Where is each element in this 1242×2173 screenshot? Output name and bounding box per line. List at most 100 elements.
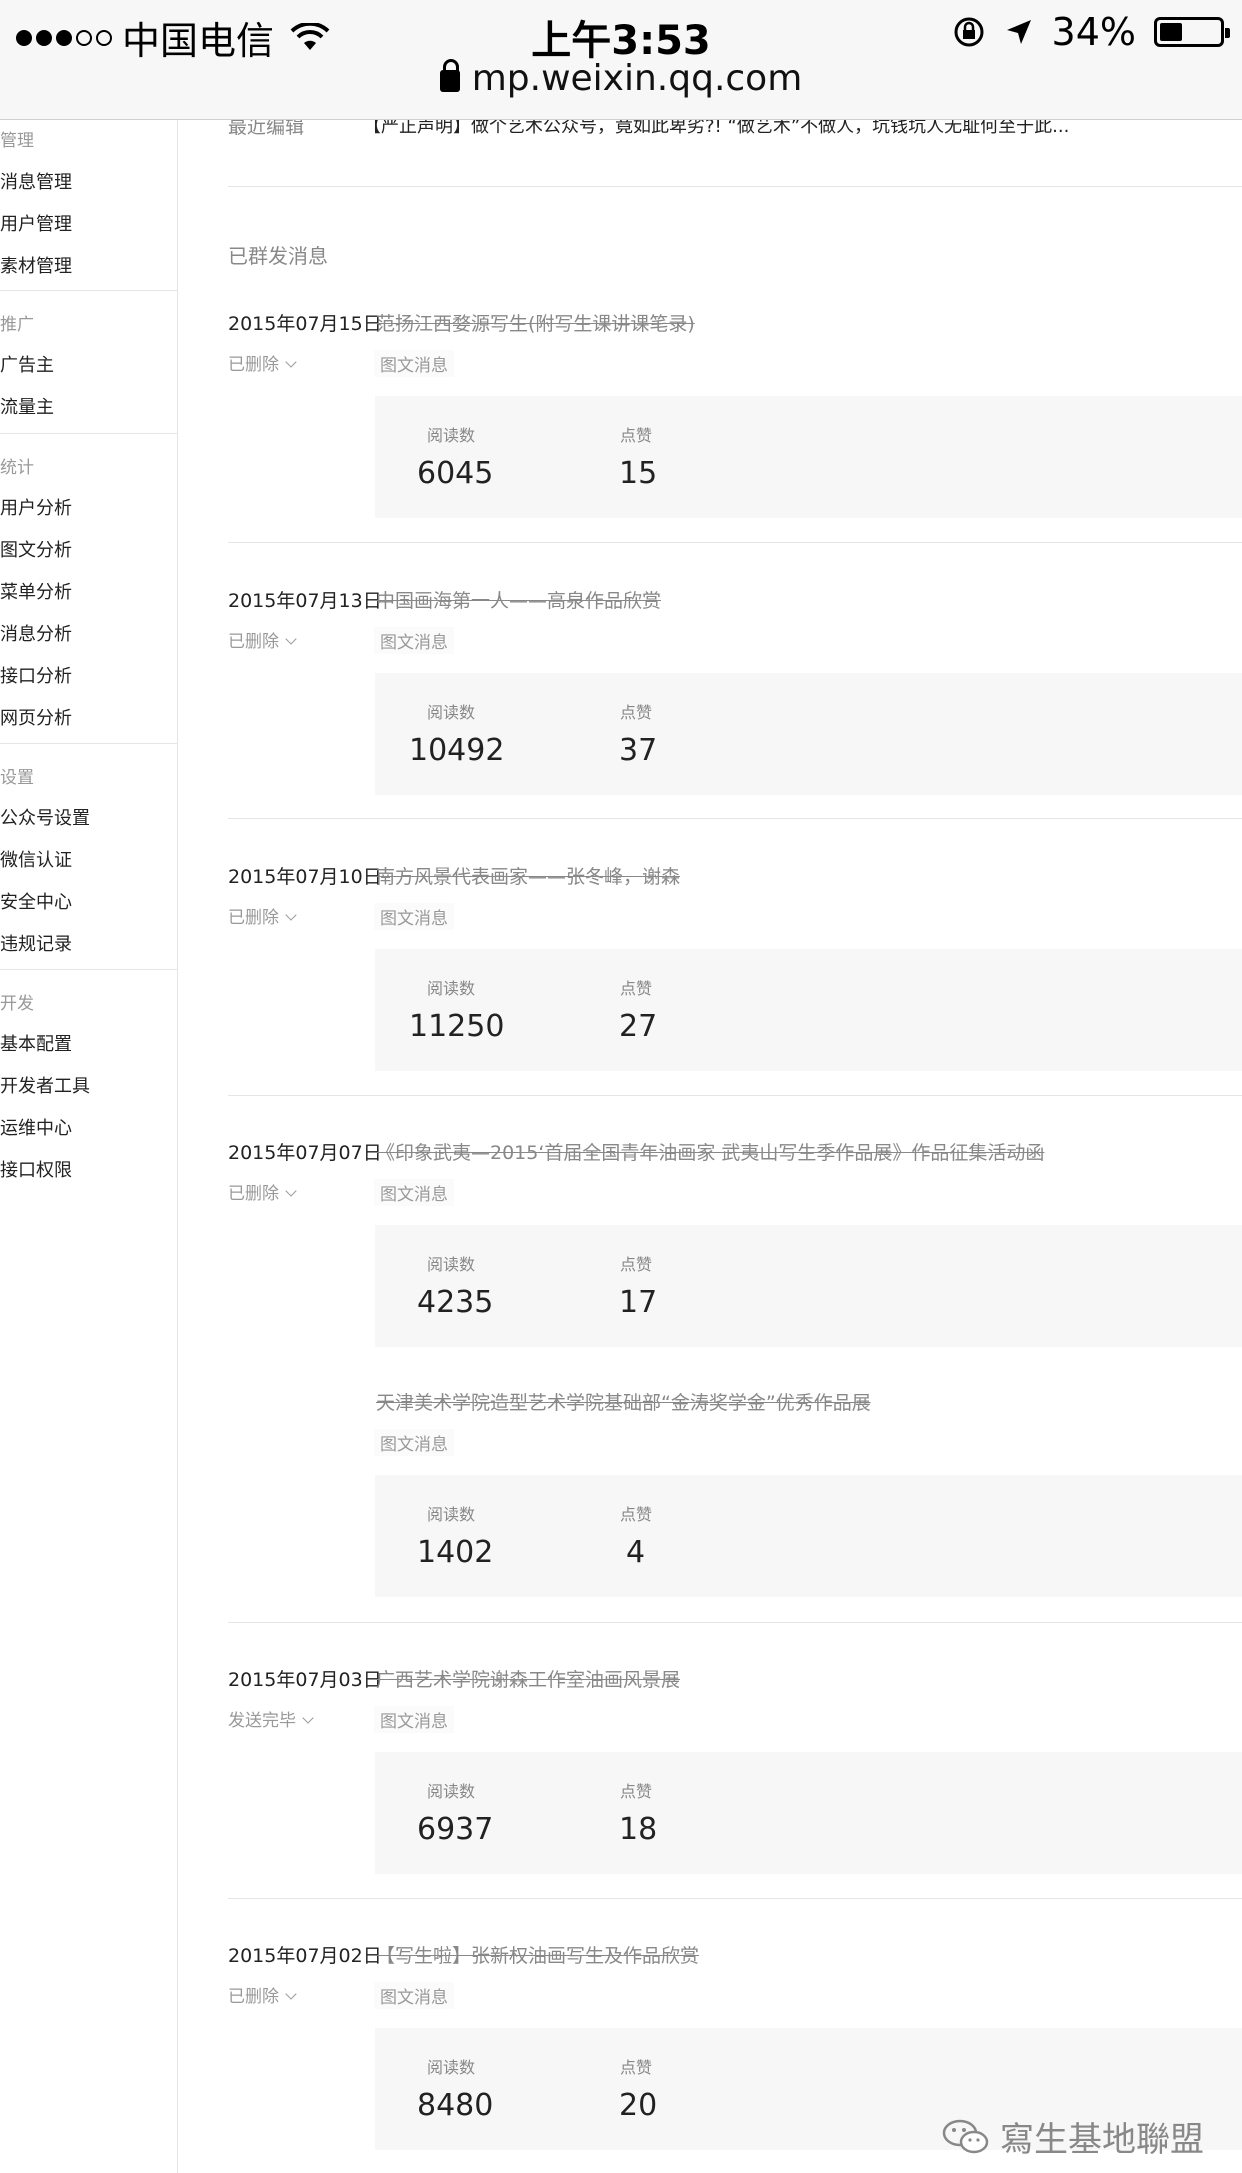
message-title[interactable]: 南方风景代表画家——张冬峰，谢森	[376, 862, 680, 889]
sidebar-item-developer-tools[interactable]: 开发者工具	[0, 1072, 90, 1098]
sidebar-section-title: 开发	[0, 994, 34, 1014]
message-status-dropdown[interactable]: 已删除	[228, 350, 297, 375]
likes-value: 15	[619, 456, 658, 491]
sidebar-item-user-analysis[interactable]: 用户分析	[0, 494, 72, 520]
url-text: mp.weixin.qq.com	[471, 58, 803, 99]
message-date: 2015年07月07日	[228, 1142, 382, 1164]
message-status-dropdown[interactable]: 已删除	[228, 1982, 297, 2007]
reads-value: 6937	[417, 1812, 494, 1847]
message-title[interactable]: 《印象武夷—2015‘首届全国青年油画家 武夷山写生季作品展》作品征集活动函	[376, 1138, 1044, 1165]
sidebar-item-user-mgmt[interactable]: 用户管理	[0, 210, 72, 236]
message-title[interactable]: 范扬江西婺源写生(附写生课讲课笔录)	[376, 309, 695, 336]
message-status-label: 已删除	[228, 1184, 279, 1204]
reads-label: 阅读数	[427, 1505, 476, 1524]
message-status-label: 已删除	[228, 908, 279, 928]
chevron-down-icon	[285, 1988, 297, 2000]
message-status-label: 已删除	[228, 632, 279, 652]
message-title[interactable]: 广西艺术学院谢森工作室油画风景展	[376, 1665, 680, 1692]
message-date: 2015年07月15日	[228, 313, 382, 335]
sidebar-section-title: 推广	[0, 315, 34, 335]
likes-value: 37	[619, 733, 658, 768]
location-arrow-icon	[1006, 20, 1031, 44]
status-bar: 中国电信 上午3:53 34%	[0, 0, 1242, 64]
likes-value: 20	[619, 2088, 658, 2123]
chevron-down-icon	[285, 1185, 297, 1197]
message-status-dropdown[interactable]: 已删除	[228, 1179, 297, 1204]
sidebar-item-basic-config[interactable]: 基本配置	[0, 1030, 72, 1056]
sidebar-item-wechat-verification[interactable]: 微信认证	[0, 846, 72, 872]
divider	[228, 1622, 1242, 1623]
message-date: 2015年07月03日	[228, 1669, 382, 1691]
likes-label: 点赞	[620, 1782, 653, 1801]
wechat-logo-icon	[942, 2119, 989, 2153]
sidebar-section-title: 统计	[0, 458, 34, 478]
reads-value: 6045	[417, 456, 494, 491]
message-status-label: 发送完毕	[228, 1711, 296, 1731]
sidebar-divider	[0, 290, 178, 291]
sidebar-item-message-mgmt[interactable]: 消息管理	[0, 168, 72, 194]
message-stats: 阅读数 点赞 4235 17	[375, 1225, 1242, 1347]
watermark-text: 寫生基地聯盟	[1000, 2120, 1204, 2160]
likes-value: 17	[619, 1285, 658, 1320]
sent-messages-title: 已群发消息	[228, 244, 328, 268]
divider	[228, 1095, 1242, 1096]
sidebar-item-article-analysis[interactable]: 图文分析	[0, 536, 72, 562]
message-date: 2015年07月02日	[228, 1945, 382, 1967]
reads-value: 10492	[409, 733, 505, 768]
battery-percent: 34%	[1051, 10, 1136, 54]
reads-value: 4235	[417, 1285, 494, 1320]
message-date: 2015年07月10日	[228, 866, 382, 888]
likes-label: 点赞	[620, 979, 653, 998]
reads-value: 1402	[417, 1535, 494, 1570]
message-stats: 阅读数 点赞 10492 37	[375, 673, 1242, 795]
divider	[228, 186, 1242, 187]
reads-label: 阅读数	[427, 1255, 476, 1274]
sidebar-item-web-analysis[interactable]: 网页分析	[0, 704, 72, 730]
message-subtitle[interactable]: 天津美术学院造型艺术学院基础部“金涛奖学金”优秀作品展	[376, 1388, 871, 1415]
sidebar-item-account-settings[interactable]: 公众号设置	[0, 804, 90, 830]
reads-label: 阅读数	[427, 979, 476, 998]
sidebar-item-message-analysis[interactable]: 消息分析	[0, 620, 72, 646]
sidebar-item-publisher[interactable]: 流量主	[0, 393, 54, 419]
message-status-dropdown[interactable]: 已删除	[228, 627, 297, 652]
message-title[interactable]: 【写生啦】张新权油画写生及作品欣赏	[376, 1941, 699, 1968]
likes-value: 18	[619, 1812, 658, 1847]
divider	[228, 1898, 1242, 1899]
sidebar-item-advertiser[interactable]: 广告主	[0, 351, 54, 377]
battery-icon	[1154, 17, 1230, 47]
likes-label: 点赞	[620, 426, 653, 445]
sidebar-item-material-mgmt[interactable]: 素材管理	[0, 252, 72, 278]
sidebar-item-api-permissions[interactable]: 接口权限	[0, 1156, 72, 1182]
url-bar[interactable]: mp.weixin.qq.com	[0, 58, 1242, 99]
message-type: 图文消息	[374, 627, 454, 654]
sidebar: 管理 消息管理 用户管理 素材管理 推广 广告主 流量主 统计 用户分析 图文分…	[0, 120, 178, 2173]
reads-label: 阅读数	[427, 1782, 476, 1801]
chevron-down-icon	[285, 633, 297, 645]
divider	[228, 542, 1242, 543]
message-status-label: 已删除	[228, 1987, 279, 2007]
reads-label: 阅读数	[427, 426, 476, 445]
reads-label: 阅读数	[427, 703, 476, 722]
message-status-dropdown[interactable]: 已删除	[228, 903, 297, 928]
message-status-dropdown[interactable]: 发送完毕	[228, 1706, 314, 1731]
sidebar-item-security-center[interactable]: 安全中心	[0, 888, 72, 914]
message-stats: 阅读数 点赞 11250 27	[375, 949, 1242, 1071]
sidebar-item-api-analysis[interactable]: 接口分析	[0, 662, 72, 688]
sidebar-divider	[0, 969, 178, 970]
likes-label: 点赞	[620, 2058, 653, 2077]
message-type: 图文消息	[374, 1429, 454, 1456]
sidebar-section-title: 设置	[0, 768, 34, 788]
sidebar-item-violation-records[interactable]: 违规记录	[0, 930, 72, 956]
chevron-down-icon	[285, 356, 297, 368]
sidebar-divider	[0, 743, 178, 744]
message-stats: 阅读数 点赞 1402 4	[375, 1475, 1242, 1597]
message-type: 图文消息	[374, 1706, 454, 1733]
likes-label: 点赞	[620, 1255, 653, 1274]
sidebar-item-ops-center[interactable]: 运维中心	[0, 1114, 72, 1140]
sidebar-item-menu-analysis[interactable]: 菜单分析	[0, 578, 72, 604]
sidebar-section-title: 管理	[0, 131, 34, 151]
reads-value: 8480	[417, 2088, 494, 2123]
message-stats: 阅读数 点赞 6045 15	[375, 396, 1242, 518]
message-title[interactable]: 中国画海第一人——高泉作品欣赏	[376, 586, 661, 613]
message-stats: 阅读数 点赞 6937 18	[375, 1752, 1242, 1874]
